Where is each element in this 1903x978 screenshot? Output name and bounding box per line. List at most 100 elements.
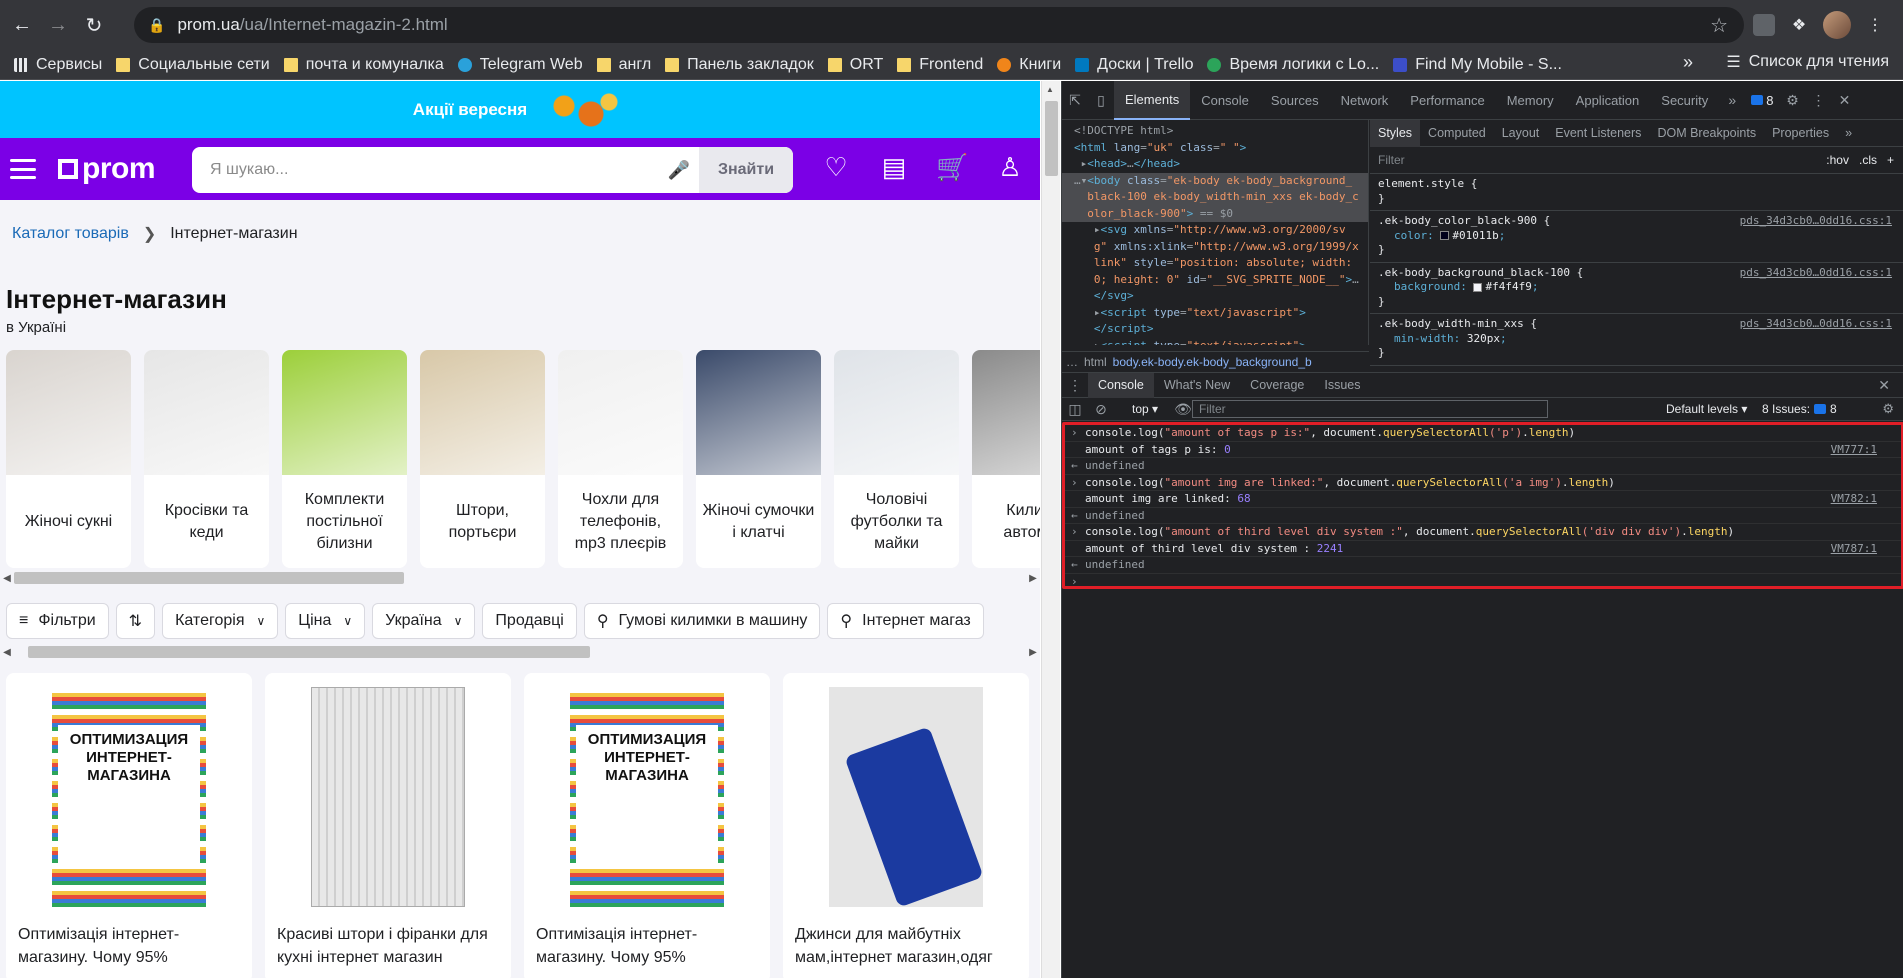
drawer-tab[interactable]: What's New — [1154, 373, 1240, 398]
css-source-link[interactable]: pds_34d3cb0…0dd16.css:1 — [1740, 214, 1892, 229]
bookmarks-more-icon[interactable]: » — [1683, 52, 1693, 73]
bookmark-item[interactable]: англ — [593, 52, 662, 78]
filter-chip[interactable]: Категорія ∨ — [162, 603, 279, 639]
product-name[interactable]: Джинси для майбутніх мам,інтернет магази… — [795, 923, 1019, 969]
close-drawer-icon[interactable]: ✕ — [1878, 377, 1890, 394]
scroll-right-icon[interactable]: ▶ — [1026, 647, 1040, 658]
menu-icon[interactable]: ⋮ — [1861, 11, 1889, 39]
source-link[interactable]: VM787:1 — [1831, 541, 1877, 557]
back-icon[interactable]: ← — [4, 7, 40, 43]
filter-chip[interactable]: ⇅ — [115, 603, 156, 639]
more-tabs-icon[interactable]: » — [1837, 120, 1860, 147]
bookmark-item[interactable]: Frontend — [893, 52, 993, 78]
product-card[interactable]: Красиві штори і фіранки для кухні інтерн… — [265, 673, 511, 978]
bookmark-item[interactable]: Доски | Trello — [1071, 52, 1203, 78]
css-rule[interactable]: .ek-body_width-min_xxs {pds_34d3cb0…0dd1… — [1370, 314, 1903, 366]
reload-icon[interactable]: ↻ — [76, 7, 112, 43]
bookmark-item[interactable]: Telegram Web — [454, 52, 593, 78]
devtools-tab[interactable]: Application — [1565, 81, 1651, 120]
dom-crumb[interactable]: body.ek-body.ek-body_background_b — [1113, 355, 1312, 369]
context-selector[interactable]: top ▾ — [1126, 402, 1164, 416]
devtools-tab[interactable]: Elements — [1114, 80, 1191, 120]
devtools-tab[interactable]: Console — [1190, 81, 1260, 120]
sidebar-toggle-icon[interactable]: ◫ — [1062, 401, 1088, 418]
user-account-icon[interactable]: ♙ — [994, 152, 1026, 183]
product-name[interactable]: Оптимізація інтернет-магазину. Чому 95% — [18, 923, 242, 969]
drawer-tab[interactable]: Coverage — [1240, 373, 1314, 398]
styles-tab[interactable]: Styles — [1370, 120, 1421, 147]
bookmark-item[interactable]: Книги — [993, 52, 1071, 78]
category-card[interactable]: Жіночі сумочки і клатчі — [696, 350, 821, 568]
devtools-tab[interactable]: Performance — [1399, 81, 1495, 120]
product-name[interactable]: Оптимізація інтернет-магазину. Чому 95% — [536, 923, 760, 969]
cart-icon[interactable]: 🛒 — [936, 152, 968, 183]
promo-banner[interactable]: Акції вересня — [0, 81, 1040, 138]
category-card[interactable]: Кросівки та кеди — [144, 350, 269, 568]
devtools-tab[interactable]: Security — [1650, 81, 1719, 120]
devtools-tab[interactable]: Network — [1330, 81, 1400, 120]
search-button[interactable]: Знайти — [699, 147, 793, 193]
console-settings-icon[interactable]: ⚙ — [1882, 401, 1894, 417]
drawer-menu-icon[interactable]: ⋮ — [1062, 377, 1088, 394]
filter-chip[interactable]: Україна ∨ — [372, 603, 476, 639]
styles-filter[interactable]: Filter:hov .cls + — [1370, 147, 1903, 174]
log-levels-dropdown[interactable]: Default levels ▾ — [1666, 402, 1747, 416]
css-source-link[interactable]: pds_34d3cb0…0dd16.css:1 — [1740, 266, 1892, 281]
source-link[interactable]: VM777:1 — [1831, 442, 1877, 458]
scroll-left-icon[interactable]: ◀ — [0, 573, 14, 584]
console-filter-input[interactable]: Filter — [1192, 400, 1548, 418]
bookmark-item[interactable]: почта и комуналка — [280, 52, 454, 78]
console-prompt[interactable]: › — [1065, 574, 1901, 591]
issues-counter[interactable]: 8 Issues: 8 — [1762, 402, 1837, 416]
forward-icon[interactable]: → — [40, 7, 76, 43]
inspect-element-icon[interactable]: ⇱ — [1062, 92, 1088, 109]
drawer-tab[interactable]: Console — [1088, 372, 1154, 398]
page-scrollbar[interactable]: ▲ — [1041, 81, 1060, 978]
filter-chip[interactable]: Продавці — [482, 603, 577, 639]
puzzle-icon[interactable]: ❖ — [1785, 11, 1813, 39]
styles-option[interactable]: .cls — [1859, 153, 1877, 167]
close-devtools-icon[interactable]: ✕ — [1831, 92, 1857, 109]
category-scrollbar[interactable]: ◀ ▶ — [0, 569, 1040, 587]
dom-crumb[interactable]: html — [1084, 355, 1107, 369]
device-toolbar-icon[interactable]: ▯ — [1088, 92, 1114, 109]
filter-chip[interactable]: ⚲ Гумові килимки в машину — [583, 603, 821, 639]
microphone-icon[interactable]: 🎤 — [659, 160, 699, 181]
styles-tab[interactable]: Properties — [1764, 120, 1837, 147]
category-card[interactable]: Килими автомоб — [972, 350, 1040, 568]
styles-option[interactable]: + — [1887, 153, 1894, 167]
address-bar[interactable]: 🔒 prom.ua/ua/Internet-magazin-2.html ☆ — [134, 7, 1744, 43]
filter-chip[interactable]: Ціна ∨ — [285, 603, 366, 639]
css-rule[interactable]: .ek-body {pds_34d3cb0…0dd16.css:1 — [1370, 366, 1903, 372]
color-swatch[interactable] — [1473, 282, 1483, 292]
messages-icon[interactable]: ▤ — [878, 152, 910, 183]
clear-console-icon[interactable]: ⊘ — [1088, 401, 1114, 418]
color-swatch[interactable] — [1440, 231, 1450, 240]
bookmark-item[interactable]: Find My Mobile - S... — [1389, 52, 1572, 78]
elements-tree[interactable]: <!DOCTYPE html> <html lang="uk" class=" … — [1062, 120, 1369, 345]
css-source-link[interactable]: pds_34d3cb0…0dd16.css:1 — [1740, 317, 1892, 332]
devtools-tab[interactable]: Sources — [1260, 81, 1330, 120]
devtools-tab[interactable]: Memory — [1496, 81, 1565, 120]
category-card[interactable]: Чоловічі футболки та майки — [834, 350, 959, 568]
css-rule[interactable]: .ek-body_background_black-100 {pds_34d3c… — [1370, 263, 1903, 314]
prom-logo[interactable]: prom — [58, 152, 156, 186]
styles-tab[interactable]: Layout — [1494, 120, 1548, 147]
bookmark-item[interactable]: Социальные сети — [112, 52, 279, 78]
styles-tab[interactable]: Event Listeners — [1547, 120, 1649, 147]
profile-avatar[interactable] — [1823, 11, 1851, 39]
filter-chip[interactable]: ≡ Фільтри — [6, 603, 109, 639]
bookmark-item[interactable]: Панель закладок — [661, 52, 824, 78]
more-tabs-icon[interactable]: » — [1719, 92, 1745, 108]
bookmark-item[interactable]: ORT — [824, 52, 893, 78]
bookmark-item[interactable]: Время логики с Lo... — [1203, 52, 1389, 78]
filter-chip[interactable]: ⚲ Інтернет магаз — [827, 603, 984, 639]
product-card[interactable]: ОПТИМИЗАЦИЯ ИНТЕРНЕТ-МАГАЗИНА Оптимізація… — [524, 673, 770, 978]
search-input[interactable] — [192, 148, 659, 192]
drawer-tab[interactable]: Issues — [1314, 373, 1370, 398]
bookmark-star-icon[interactable]: ☆ — [1710, 13, 1728, 38]
filter-scrollbar[interactable]: ◀ ▶ — [0, 643, 1040, 661]
product-card[interactable]: ОПТИМИЗАЦИЯ ИНТЕРНЕТ-МАГАЗИНА Оптимізація… — [6, 673, 252, 978]
styles-tab[interactable]: DOM Breakpoints — [1649, 120, 1764, 147]
css-source-link[interactable]: pds_34d3cb0…0dd16.css:1 — [1740, 369, 1892, 372]
